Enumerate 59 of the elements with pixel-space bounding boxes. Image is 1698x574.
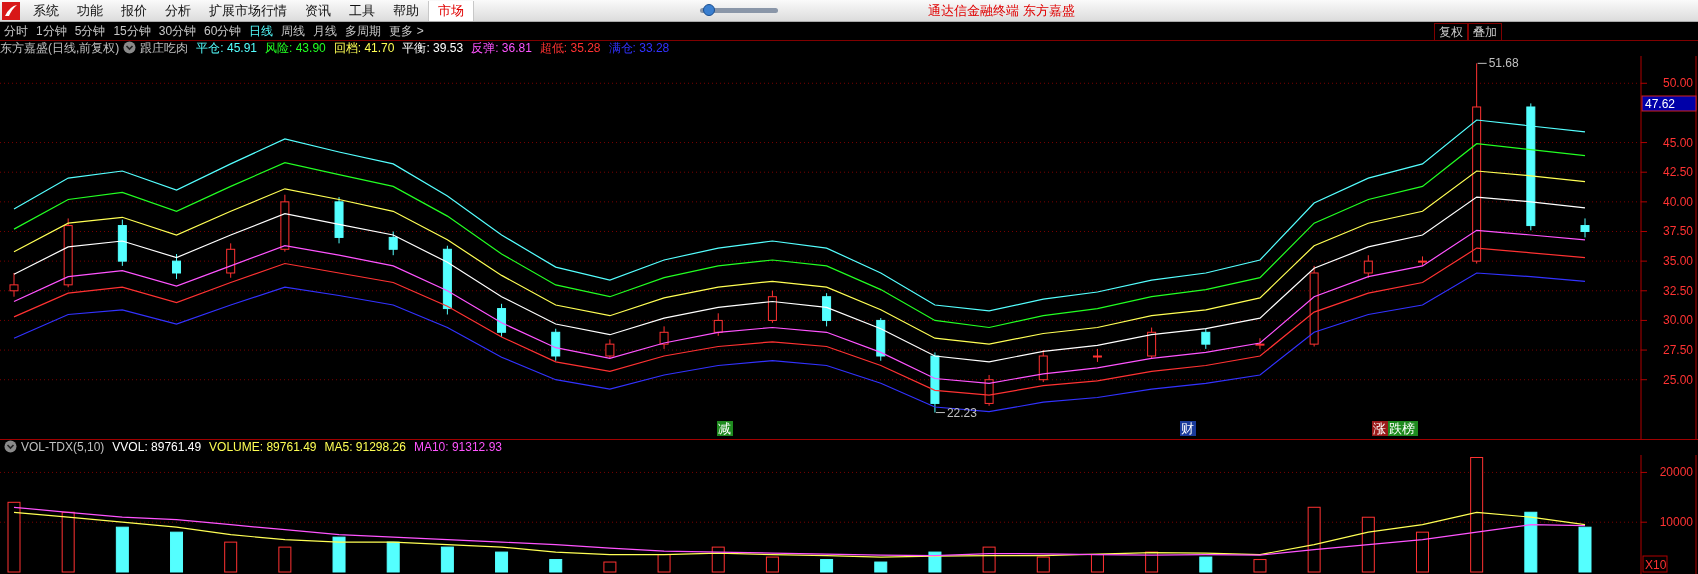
menu-item[interactable]: 市场 xyxy=(428,0,474,21)
legend-value: 平仓: 45.91 xyxy=(196,41,258,55)
indicator-name: 跟庄吃肉 xyxy=(140,41,189,55)
annotation: 22.23 xyxy=(946,405,978,420)
menu-item[interactable]: 功能 xyxy=(68,0,112,21)
event-tag: 财 xyxy=(1180,421,1196,436)
axis-label: 35.00 xyxy=(1662,254,1693,269)
legend-value: 风险: 43.90 xyxy=(265,41,326,55)
stock-title: 东方嘉盛(日线,前复权) xyxy=(0,41,120,55)
annotation: 51.68 xyxy=(1488,56,1520,71)
axis-label: 25.00 xyxy=(1662,372,1693,387)
indicator-name: VOL-TDX(5,10) xyxy=(21,440,105,454)
axis-label: 45.00 xyxy=(1662,135,1693,150)
period-tab[interactable]: 1分钟 xyxy=(32,22,71,40)
toolbar-button[interactable]: 复权 xyxy=(1434,23,1468,40)
menu-item[interactable]: 报价 xyxy=(112,0,156,21)
period-tab[interactable]: 60分钟 xyxy=(200,22,246,40)
period-tab[interactable]: 5分钟 xyxy=(70,22,110,40)
axis-label: 37.50 xyxy=(1662,224,1693,239)
axis-label: 20000 xyxy=(1659,465,1693,480)
menu-item[interactable]: 帮助 xyxy=(384,0,428,21)
period-tab[interactable]: 分时 xyxy=(0,22,32,40)
menu-item[interactable]: 资讯 xyxy=(296,0,340,21)
event-tag: 涨 xyxy=(1372,421,1388,436)
period-tab[interactable]: 30分钟 xyxy=(154,22,201,40)
menu-item[interactable]: 系统 xyxy=(24,0,68,21)
period-tab[interactable]: 更多 > xyxy=(385,22,428,40)
menu-item[interactable]: 分析 xyxy=(156,0,200,21)
legend-value: 回档: 41.70 xyxy=(333,41,395,55)
event-tag: 减 xyxy=(717,421,733,436)
axis-label: 50.00 xyxy=(1662,76,1693,91)
menu-item[interactable]: 扩展市场行情 xyxy=(200,0,296,21)
event-tag: 跌榜 xyxy=(1388,421,1418,436)
unit-label: X10 xyxy=(1642,555,1668,573)
toolbar-button[interactable]: 叠加 xyxy=(1468,23,1502,40)
menu-item[interactable]: 工具 xyxy=(340,0,384,21)
legend-value: 满仓: 33.28 xyxy=(608,41,670,55)
legend-value: VVOL: 89761.49 xyxy=(112,440,202,454)
legend-value: VOLUME: 89761.49 xyxy=(209,440,317,454)
period-tab[interactable]: 15分钟 xyxy=(109,22,155,40)
price-label: 51.68 xyxy=(1477,56,1519,71)
price-label: 22.23 xyxy=(935,405,977,420)
period-tab[interactable]: 多周期 xyxy=(341,22,386,40)
legend-value: 平衡: 39.53 xyxy=(402,41,464,55)
legend-value: 超低: 35.28 xyxy=(539,41,601,55)
axis-label: 32.50 xyxy=(1662,283,1693,298)
axis-label: 10000 xyxy=(1659,515,1693,530)
legend-value: MA10: 91312.93 xyxy=(413,440,502,454)
period-tab[interactable]: 日线 xyxy=(245,22,278,40)
legend-value: MA5: 91298.26 xyxy=(324,440,406,454)
period-tab[interactable]: 月线 xyxy=(309,22,342,40)
window-title: 通达信金融终端 东方嘉盛 xyxy=(928,1,1075,20)
legend-value: 反弹: 36.81 xyxy=(471,41,532,55)
axis-label: 27.50 xyxy=(1662,343,1693,358)
current-price-tag: 47.62 xyxy=(1641,95,1697,112)
axis-label: 42.50 xyxy=(1662,165,1693,180)
axis-label: 30.00 xyxy=(1662,313,1693,328)
period-tab[interactable]: 周线 xyxy=(277,22,310,40)
axis-label: 40.00 xyxy=(1662,194,1693,209)
